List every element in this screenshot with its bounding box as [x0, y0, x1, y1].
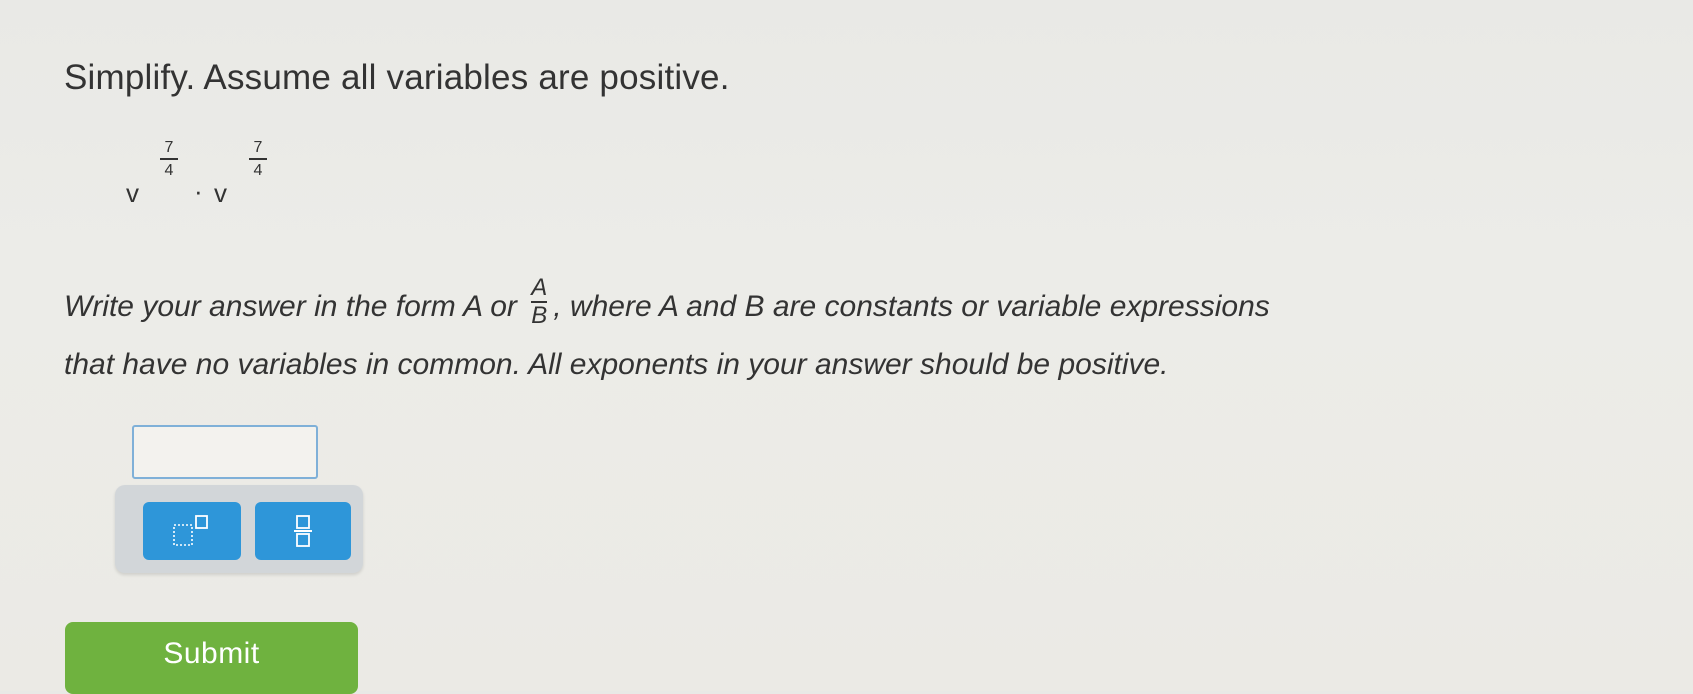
- expression-exponent: 7 4: [160, 140, 178, 179]
- submit-button[interactable]: Submit: [65, 622, 358, 694]
- expression-base: v: [126, 178, 139, 208]
- fraction-button[interactable]: [255, 502, 351, 560]
- multiply-operator: ·: [194, 176, 203, 206]
- superscript-icon: [143, 511, 241, 551]
- fraction-bar: [249, 158, 267, 160]
- math-toolbar: [115, 485, 363, 573]
- exponent-numerator: 7: [253, 139, 263, 156]
- form-fraction: A B: [531, 274, 548, 329]
- superscript-button[interactable]: [143, 502, 241, 560]
- directions-line-2: that have no variables in common. All ex…: [64, 348, 1169, 381]
- expression-base: v: [214, 178, 227, 208]
- fraction-icon: [255, 511, 351, 551]
- exponent-numerator: 7: [164, 139, 174, 156]
- answer-input[interactable]: [132, 425, 318, 479]
- directions-text: Write your answer in the form A or: [64, 289, 517, 323]
- form-fraction-denominator: B: [531, 302, 548, 329]
- form-fraction-numerator: A: [531, 274, 548, 301]
- question-page: Simplify. Assume all variables are posit…: [0, 0, 1693, 694]
- directions-line-1: Write your answer in the form A or A B ,…: [64, 276, 1270, 334]
- question-instruction: Simplify. Assume all variables are posit…: [64, 58, 730, 97]
- expression-exponent: 7 4: [249, 140, 267, 179]
- exponent-denominator: 4: [253, 161, 263, 179]
- directions-text: , where A and B are constants or variabl…: [553, 289, 1270, 323]
- fraction-bar: [160, 158, 178, 160]
- exponent-denominator: 4: [164, 161, 174, 179]
